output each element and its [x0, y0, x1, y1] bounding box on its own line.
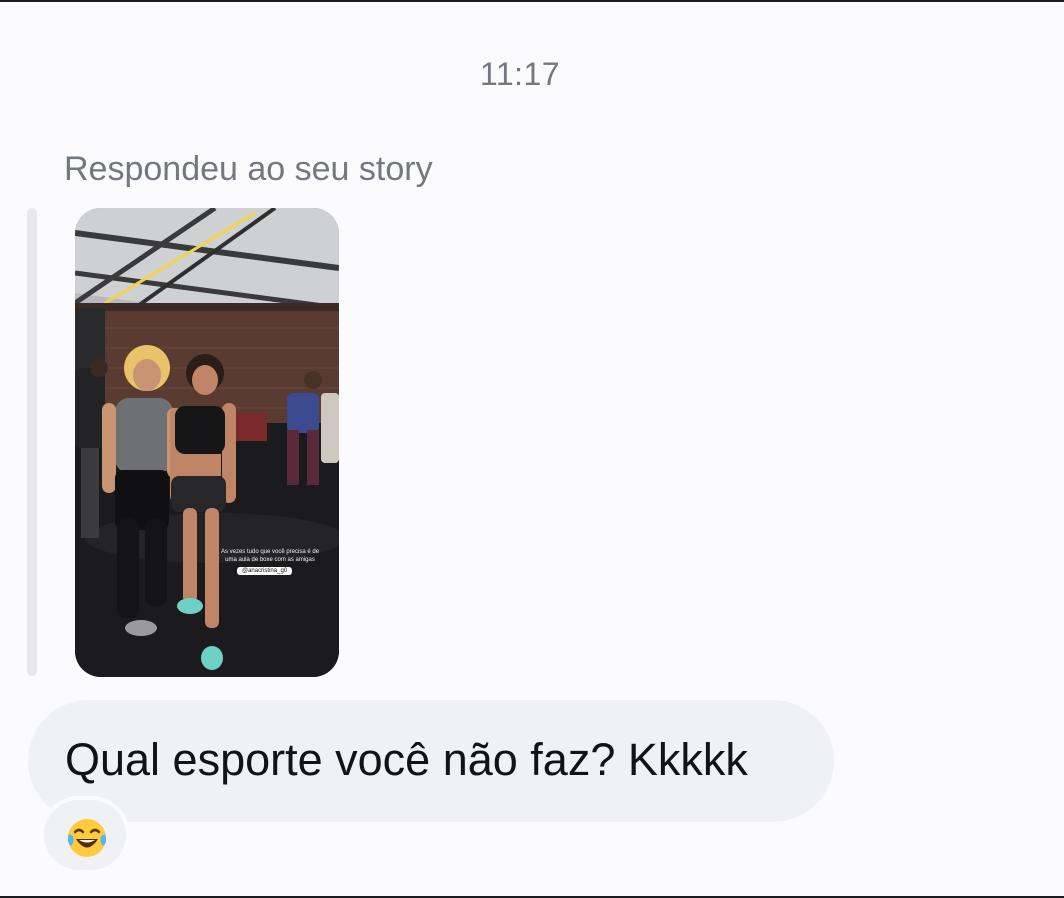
story-caption: As vezes tudo que você precisa é de uma … — [220, 549, 320, 563]
message-reaction[interactable] — [40, 796, 130, 874]
message-bubble[interactable]: Qual esporte você não faz? Kkkkk — [28, 700, 834, 822]
story-reply-label: Respondeu ao seu story — [64, 150, 433, 188]
story-thumbnail[interactable]: As vezes tudo que você precisa é de uma … — [75, 208, 339, 677]
story-mention-tag: @anacristina_g0 — [237, 567, 293, 575]
top-border — [0, 0, 1064, 2]
face-with-tears-of-joy-icon — [67, 819, 107, 857]
message-timestamp: 11:17 — [479, 56, 561, 92]
story-image — [75, 208, 339, 677]
reply-indicator-bar — [27, 208, 37, 676]
message-text: Qual esporte você não faz? Kkkkk — [65, 734, 748, 785]
